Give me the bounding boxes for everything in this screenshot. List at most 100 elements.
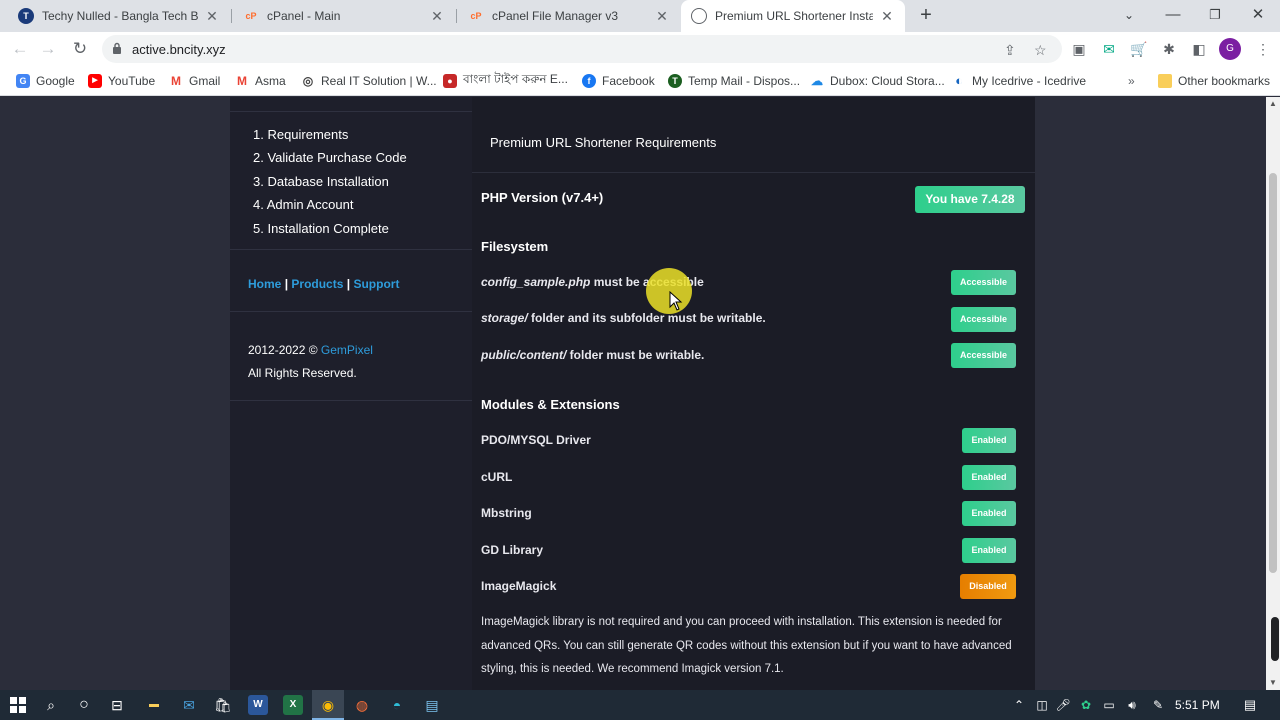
notepad-icon[interactable]: ▤ — [422, 695, 442, 715]
step-requirements: 1. Requirements — [253, 127, 349, 142]
bookmark-bangla-type[interactable]: ● বাংলা টাইপ করুন E... — [443, 72, 568, 90]
bookmark-dubox[interactable]: ☁ Dubox: Cloud Stora... — [810, 72, 945, 90]
close-icon[interactable]: ✕ — [429, 8, 445, 25]
status-badge: Enabled — [962, 465, 1016, 490]
cpanel-icon: cP — [470, 11, 482, 21]
taskbar-clock[interactable]: 5:51 PM — [1175, 698, 1220, 712]
extension-mail-icon[interactable]: ✉ — [1099, 39, 1119, 59]
bookmark-real-it-solution[interactable]: ◎ Real IT Solution | W... — [301, 72, 437, 90]
scroll-grip[interactable] — [1271, 617, 1279, 661]
search-icon[interactable]: ⌕ — [41, 695, 61, 715]
requirements-panel: Premium URL Shortener Requirements PHP V… — [472, 97, 1035, 690]
close-icon[interactable]: ✕ — [879, 8, 895, 25]
scroll-down-icon[interactable]: ▼ — [1266, 676, 1280, 690]
mail-icon[interactable]: ✉ — [179, 695, 199, 715]
forward-button[interactable]: → — [35, 36, 61, 62]
imagemagick-note: ImageMagick library is not required and … — [481, 616, 1012, 675]
tray-camera-icon[interactable]: ◫ — [1032, 695, 1052, 715]
microphone-icon[interactable]: 🎤︎ — [1053, 695, 1073, 715]
task-view-icon[interactable]: ⊟ — [107, 695, 127, 715]
php-version-label: PHP Version (v7.4+) — [481, 190, 604, 205]
file-explorer-icon[interactable]: ▬ — [144, 695, 164, 715]
picture-in-picture-icon[interactable]: ▣ — [1069, 39, 1089, 59]
tab-premium-url-shortener[interactable]: Premium URL Shortener Installati ✕ — [681, 0, 905, 32]
dubox-icon: ☁ — [811, 74, 823, 88]
vertical-scrollbar[interactable]: ▲ ▼ — [1266, 97, 1280, 690]
bookmarks-bar: G Google ▶ YouTube M Gmail M Asma ◎ Real… — [0, 66, 1280, 96]
scroll-up-icon[interactable]: ▲ — [1266, 97, 1280, 111]
gempixel-link[interactable]: GemPixel — [321, 343, 373, 357]
tab-cpanel-main[interactable]: cP cPanel - Main ✕ — [233, 0, 455, 32]
new-tab-button[interactable]: + — [914, 4, 938, 28]
store-icon[interactable]: 🛍 — [213, 695, 233, 715]
restore-button[interactable]: ❐ — [1193, 0, 1237, 32]
support-link[interactable]: Support — [353, 277, 399, 291]
windows-start-icon[interactable] — [8, 695, 28, 715]
volume-icon[interactable]: 🔊︎ — [1122, 695, 1142, 715]
excel-icon[interactable]: X — [283, 695, 303, 715]
close-icon[interactable]: ✕ — [204, 8, 220, 25]
bookmark-other[interactable]: Other bookmarks — [1158, 72, 1270, 90]
cortana-icon[interactable]: ○ — [74, 695, 94, 715]
tab-techy-nulled[interactable]: T Techy Nulled - Bangla Tech Blogg ✕ — [8, 0, 230, 32]
bookmark-facebook[interactable]: f Facebook — [582, 72, 655, 90]
status-badge: Disabled — [960, 574, 1016, 599]
divider — [230, 111, 472, 112]
tray-app-icon[interactable]: ✿ — [1076, 695, 1096, 715]
reload-button[interactable]: ↻ — [67, 36, 93, 62]
home-link[interactable]: Home — [248, 277, 281, 291]
bookmark-asma[interactable]: M Asma — [235, 72, 286, 90]
tab-search-icon[interactable]: ⌄ — [1107, 0, 1151, 32]
back-button[interactable]: ← — [7, 36, 33, 62]
extension-off-icon[interactable]: 🛒 — [1129, 39, 1149, 59]
link-separator: | — [346, 277, 351, 291]
tab-divider — [231, 9, 232, 23]
tray-chevron-icon[interactable]: ⌃ — [1009, 695, 1029, 715]
filesystem-title: Filesystem — [481, 239, 549, 254]
word-icon[interactable]: W — [248, 695, 268, 715]
extensions-puzzle-icon[interactable]: ✱ — [1159, 39, 1179, 59]
page-title: Premium URL Shortener Requirements — [490, 135, 717, 150]
bookmark-icedrive[interactable]: ◐ My Icedrive - Icedrive — [952, 72, 1086, 90]
bookmark-youtube[interactable]: ▶ YouTube — [88, 72, 155, 90]
more-bookmarks-chevron-icon[interactable]: » — [1128, 72, 1135, 90]
close-icon[interactable]: ✕ — [654, 8, 670, 25]
firefox-icon[interactable]: ◍ — [352, 695, 372, 715]
bookmark-gmail[interactable]: M Gmail — [169, 72, 220, 90]
bookmark-label: My Icedrive - Icedrive — [972, 74, 1087, 88]
bookmark-label: Facebook — [602, 74, 655, 88]
share-icon[interactable]: ⇪ — [1004, 42, 1016, 59]
side-panel-icon[interactable]: ◧ — [1189, 39, 1209, 59]
facebook-icon: f — [582, 74, 596, 88]
products-link[interactable]: Products — [291, 277, 343, 291]
requirement-text: folder must be writable. — [566, 348, 705, 362]
installer-sidebar: 1. Requirements 2. Validate Purchase Cod… — [230, 97, 472, 690]
status-badge: Accessible — [951, 343, 1016, 368]
globe-icon: ◎ — [302, 74, 314, 88]
footer-links: Home | Products | Support — [248, 277, 399, 291]
folder-icon — [1158, 74, 1172, 88]
requirement-text: folder and its subfolder must be writabl… — [527, 311, 766, 325]
scrollbar-thumb[interactable] — [1269, 173, 1277, 573]
bookmark-label: বাংলা টাইপ করুন E... — [463, 72, 568, 86]
bookmark-google[interactable]: G Google — [16, 72, 75, 90]
close-window-button[interactable]: ✕ — [1236, 0, 1280, 32]
notification-icon[interactable]: ▤ — [1240, 695, 1260, 715]
address-bar[interactable]: active.bncity.xyz ⇪ ☆ — [102, 35, 1062, 63]
chrome-icon[interactable]: ◉ — [318, 695, 338, 715]
bookmark-temp-mail[interactable]: T Temp Mail - Dispos... — [668, 72, 800, 90]
bookmark-star-icon[interactable]: ☆ — [1034, 42, 1047, 59]
url-text: active.bncity.xyz — [132, 42, 226, 57]
menu-kebab-icon[interactable]: ⋮ — [1253, 39, 1273, 59]
network-icon[interactable]: ▭ — [1099, 695, 1119, 715]
edge-icon[interactable]: ◓ — [387, 695, 407, 715]
tab-cpanel-file-manager[interactable]: cP cPanel File Manager v3 ✕ — [458, 0, 680, 32]
minimize-button[interactable]: — — [1151, 0, 1195, 32]
bookmark-label: Temp Mail - Dispos... — [688, 74, 801, 88]
bookmark-label: Real IT Solution | W... — [321, 74, 437, 88]
module-curl: cURL — [481, 470, 513, 484]
bookmark-label: Asma — [255, 74, 286, 88]
youtube-icon: ▶ — [88, 74, 102, 88]
pen-icon[interactable]: ✎ — [1148, 695, 1168, 715]
profile-avatar[interactable]: G — [1219, 38, 1241, 60]
